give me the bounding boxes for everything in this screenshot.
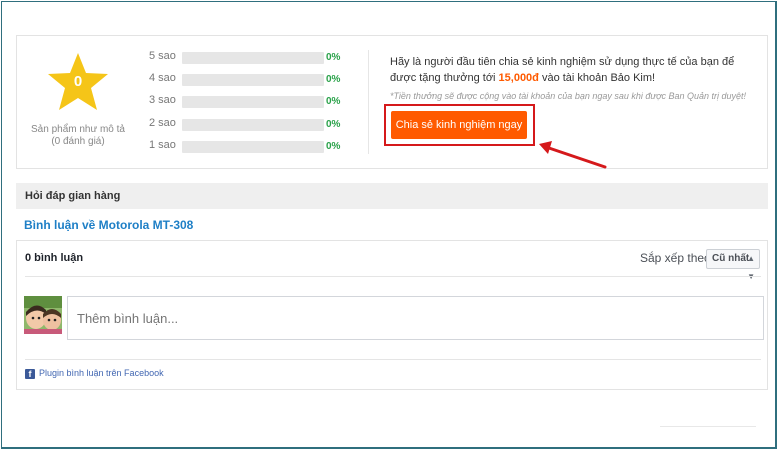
rating-bar-track xyxy=(182,119,324,131)
rating-bar-1: 1 sao 0% xyxy=(149,139,359,153)
promo-text: Hãy là người đầu tiên chia sẻ kinh nghiệ… xyxy=(390,54,760,86)
rating-bar-track xyxy=(182,74,324,86)
comments-section-title: Bình luận về Motorola MT-308 xyxy=(24,218,194,232)
rating-caption: Sản phẩm như mô tả (0 đánh giá) xyxy=(23,124,133,148)
qa-section-header: Hỏi đáp gian hàng xyxy=(16,183,768,209)
comment-count: 0 bình luận xyxy=(25,252,84,264)
rating-summary: 0 Sản phẩm như mô tả (0 đánh giá) 5 sao … xyxy=(16,35,768,169)
sort-label: Sắp xếp theo xyxy=(640,251,711,265)
divider xyxy=(25,276,761,277)
rating-score: 0 xyxy=(73,73,83,90)
rating-bar-label: 1 sao xyxy=(149,139,176,151)
facebook-plugin-label: Plugin bình luận trên Facebook xyxy=(39,368,164,378)
promo-note: *Tiền thưởng sẽ được cộng vào tài khoản … xyxy=(390,91,747,101)
facebook-icon: f xyxy=(25,369,35,379)
user-avatar xyxy=(24,296,62,334)
rating-bar-4: 4 sao 0% xyxy=(149,72,359,86)
annotation-arrow-icon xyxy=(539,141,607,169)
rating-bar-percent: 0% xyxy=(326,96,341,107)
sort-chevron-icon: ▲▼ xyxy=(747,254,755,281)
sort-order-value: Cũ nhất xyxy=(712,253,750,264)
rating-caption-title: Sản phẩm như mô tả xyxy=(31,124,125,135)
rating-bar-2: 2 sao 0% xyxy=(149,117,359,131)
rating-bar-3: 3 sao 0% xyxy=(149,94,359,108)
facebook-plugin-link[interactable]: f Plugin bình luận trên Facebook xyxy=(25,367,164,379)
rating-bar-label: 5 sao xyxy=(149,50,176,62)
rating-bar-percent: 0% xyxy=(326,141,341,152)
facebook-comments-plugin: 0 bình luận Sắp xếp theo Cũ nhất ▲▼ f Plu… xyxy=(16,240,768,390)
rating-bar-track xyxy=(182,52,324,64)
vertical-divider xyxy=(368,50,369,154)
rating-star-icon: 0 xyxy=(47,52,109,112)
rating-bar-label: 3 sao xyxy=(149,94,176,106)
rating-bar-label: 2 sao xyxy=(149,117,176,129)
share-experience-button[interactable]: Chia sẻ kinh nghiệm ngay xyxy=(391,111,527,139)
rating-bar-track xyxy=(182,141,324,153)
rating-bar-track xyxy=(182,96,324,108)
add-comment-input[interactable] xyxy=(67,296,764,340)
rating-bar-percent: 0% xyxy=(326,74,341,85)
promo-text-after: vào tài khoản Bảo Kim! xyxy=(538,72,656,84)
divider xyxy=(660,426,756,427)
sort-order-select[interactable]: Cũ nhất ▲▼ xyxy=(706,249,760,281)
divider xyxy=(25,359,761,360)
promo-amount: 15,000đ xyxy=(498,72,539,84)
rating-bar-label: 4 sao xyxy=(149,72,176,84)
rating-bar-percent: 0% xyxy=(326,52,341,63)
rating-bar-5: 5 sao 0% xyxy=(149,50,359,64)
rating-count: (0 đánh giá) xyxy=(51,136,105,147)
rating-bar-percent: 0% xyxy=(326,119,341,130)
